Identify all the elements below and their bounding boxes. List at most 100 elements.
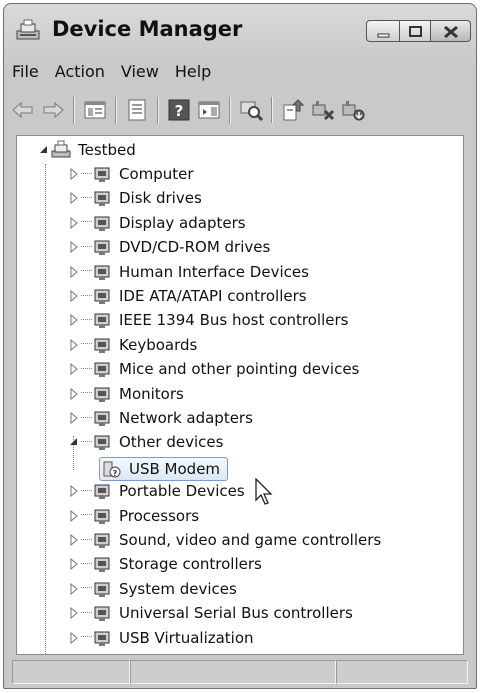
tree-category-node[interactable]: Human Interface Devices bbox=[67, 260, 312, 284]
uninstall-device-icon[interactable] bbox=[340, 97, 366, 123]
properties-icon[interactable] bbox=[124, 97, 150, 123]
minimize-button[interactable] bbox=[366, 20, 400, 42]
tree-dotted-connector bbox=[81, 416, 92, 420]
tree-category-node[interactable]: Keyboards bbox=[67, 333, 200, 357]
status-pane-2 bbox=[130, 660, 336, 684]
selected-device-label: USB Modem bbox=[129, 460, 221, 478]
ide-controller-icon bbox=[92, 286, 112, 306]
tree-dotted-connector bbox=[81, 172, 92, 176]
tree-category-node[interactable]: IDE ATA/ATAPI controllers bbox=[67, 284, 310, 308]
expand-arrow-icon[interactable] bbox=[67, 362, 81, 376]
device-manager-window: Device Manager File Action View Help ? T… bbox=[3, 3, 477, 689]
menu-bar: File Action View Help bbox=[10, 56, 470, 86]
system-device-icon bbox=[92, 579, 112, 599]
close-button[interactable] bbox=[431, 20, 471, 42]
unknown-device-icon: ? bbox=[102, 459, 122, 479]
device-tree[interactable]: Testbed Computer Disk drives Display adapt… bbox=[16, 135, 464, 655]
menu-view[interactable]: View bbox=[113, 62, 167, 81]
tree-root-label: Testbed bbox=[78, 141, 136, 159]
tree-dotted-connector bbox=[81, 392, 92, 395]
tree-category-node[interactable]: Processors bbox=[67, 504, 202, 528]
toolbar-separator bbox=[73, 97, 75, 123]
computer-network-icon bbox=[51, 140, 71, 160]
tree-connector-line bbox=[45, 164, 46, 654]
expand-arrow-icon[interactable] bbox=[67, 216, 81, 230]
tree-dotted-connector bbox=[81, 245, 92, 249]
expand-arrow-icon[interactable] bbox=[67, 191, 81, 205]
tree-category-label: Processors bbox=[119, 506, 200, 525]
menu-file[interactable]: File bbox=[10, 62, 47, 81]
display-adapter-icon bbox=[92, 213, 112, 233]
status-pane-3 bbox=[336, 660, 468, 684]
tree-category-node[interactable]: Sound, video and game controllers bbox=[67, 528, 384, 552]
expand-arrow-icon[interactable] bbox=[67, 167, 81, 181]
tree-category-node[interactable]: IEEE 1394 Bus host controllers bbox=[67, 308, 351, 332]
tree-category-node[interactable]: DVD/CD-ROM drives bbox=[67, 235, 273, 259]
tree-category-node[interactable]: Computer bbox=[67, 162, 197, 186]
tree-category-label: Display adapters bbox=[119, 213, 246, 232]
tree-dotted-connector bbox=[81, 343, 92, 346]
show-hide-tree-icon[interactable] bbox=[82, 97, 108, 123]
update-driver-icon[interactable] bbox=[280, 97, 306, 123]
expand-arrow-icon[interactable] bbox=[67, 240, 81, 254]
tree-dotted-connector bbox=[81, 294, 92, 298]
expand-arrow-icon[interactable] bbox=[67, 557, 81, 571]
expand-arrow-icon[interactable] bbox=[67, 533, 81, 547]
menu-action[interactable]: Action bbox=[47, 62, 113, 81]
back-arrow-icon[interactable] bbox=[10, 97, 36, 123]
tree-category-node[interactable]: Network adapters bbox=[67, 406, 256, 430]
scan-hardware-icon[interactable] bbox=[238, 97, 264, 123]
mouse-pointer-icon bbox=[255, 478, 273, 505]
expand-arrow-icon[interactable] bbox=[67, 387, 81, 401]
tree-category-label: Mice and other pointing devices bbox=[119, 360, 360, 379]
tree-category-node[interactable]: Monitors bbox=[67, 382, 187, 406]
human-interface-device-icon bbox=[92, 262, 112, 282]
expand-arrow-icon[interactable] bbox=[67, 509, 81, 523]
action-pane-icon[interactable] bbox=[196, 97, 222, 123]
tree-category-node[interactable]: Mice and other pointing devices bbox=[67, 357, 362, 381]
tree-category-label: IEEE 1394 Bus host controllers bbox=[119, 311, 349, 330]
expand-arrow-icon[interactable] bbox=[67, 265, 81, 279]
expand-arrow-icon[interactable] bbox=[67, 313, 81, 327]
toolbar: ? bbox=[10, 88, 470, 132]
tree-category-label: Monitors bbox=[119, 384, 184, 403]
toolbar-separator bbox=[271, 97, 273, 123]
processor-icon bbox=[92, 506, 112, 526]
network-adapter-icon bbox=[92, 408, 112, 428]
tree-root-node[interactable]: Testbed bbox=[37, 138, 139, 162]
expand-arrow-icon[interactable] bbox=[67, 411, 81, 425]
tree-category-node[interactable]: Portable Devices bbox=[67, 479, 248, 503]
tree-category-node[interactable]: Display adapters bbox=[67, 211, 249, 235]
expand-arrow-icon[interactable] bbox=[67, 338, 81, 352]
help-icon[interactable]: ? bbox=[166, 97, 192, 123]
tree-category-node[interactable]: System devices bbox=[67, 577, 240, 601]
title-bar[interactable]: Device Manager bbox=[4, 4, 476, 54]
expand-arrow-icon[interactable] bbox=[67, 606, 81, 620]
tree-category-node[interactable]: Disk drives bbox=[67, 186, 205, 210]
tree-dotted-connector bbox=[81, 196, 92, 200]
tree-category-node[interactable]: Other devices bbox=[67, 430, 226, 454]
tree-category-node[interactable]: Universal Serial Bus controllers bbox=[67, 601, 356, 625]
tree-category-label: Disk drives bbox=[119, 189, 202, 208]
tree-dotted-connector bbox=[81, 514, 92, 517]
usb-virtualization-icon bbox=[92, 628, 112, 648]
expand-arrow-icon[interactable] bbox=[67, 484, 81, 498]
status-bar bbox=[12, 660, 468, 686]
collapse-arrow-icon[interactable] bbox=[37, 143, 51, 157]
disable-device-icon[interactable] bbox=[310, 97, 336, 123]
tree-category-node[interactable]: USB Virtualization bbox=[67, 626, 257, 650]
tree-category-node[interactable]: Storage controllers bbox=[67, 552, 265, 576]
expand-arrow-icon[interactable] bbox=[67, 582, 81, 596]
device-manager-app-icon bbox=[15, 18, 41, 42]
collapse-arrow-icon[interactable] bbox=[67, 435, 81, 449]
menu-help[interactable]: Help bbox=[167, 62, 219, 81]
selected-device-highlight[interactable]: ? USB Modem bbox=[99, 457, 229, 481]
tree-dotted-connector bbox=[81, 270, 92, 273]
maximize-button[interactable] bbox=[400, 20, 431, 42]
tree-category-label: Universal Serial Bus controllers bbox=[119, 604, 353, 623]
expand-arrow-icon[interactable] bbox=[67, 289, 81, 303]
forward-arrow-icon[interactable] bbox=[40, 97, 66, 123]
expand-arrow-icon[interactable] bbox=[67, 631, 81, 645]
tree-device-node[interactable]: ? USB Modem bbox=[99, 457, 229, 481]
tree-category-label: Human Interface Devices bbox=[119, 262, 309, 281]
